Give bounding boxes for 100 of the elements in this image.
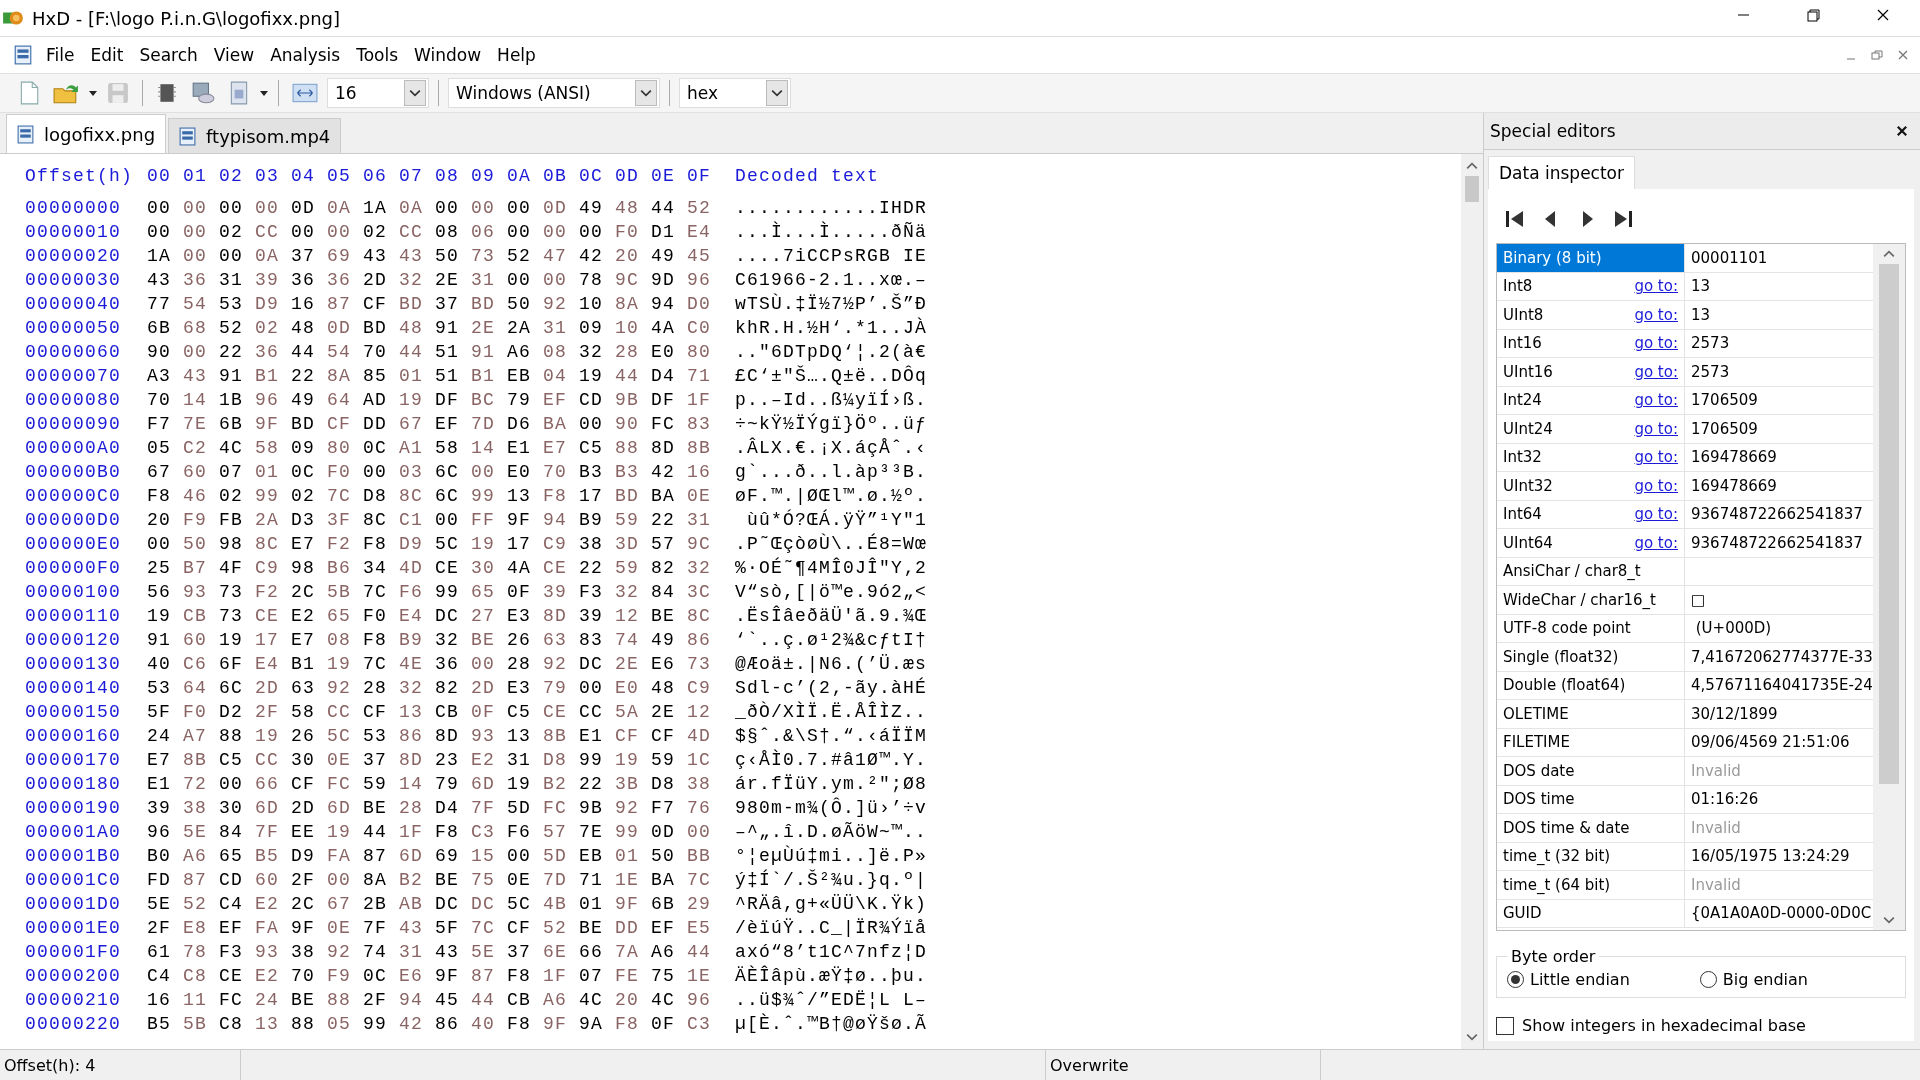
hex-byte[interactable]: 43 (435, 942, 471, 962)
hex-byte[interactable]: C8 (219, 1014, 255, 1034)
hex-byte[interactable]: 20 (615, 990, 651, 1010)
hex-byte[interactable]: FC (543, 798, 579, 818)
hex-byte[interactable]: 28 (615, 342, 651, 362)
hex-byte[interactable]: 44 (399, 342, 435, 362)
hex-byte[interactable]: 91 (147, 630, 183, 650)
hex-byte[interactable]: A6 (651, 942, 687, 962)
inspector-label-cell[interactable]: UInt24 go to: (1497, 415, 1685, 444)
hex-byte[interactable]: 1A (363, 198, 399, 218)
hex-byte[interactable]: 79 (543, 678, 579, 698)
goto-link[interactable]: go to: (1634, 334, 1678, 353)
hex-byte[interactable]: C6 (183, 654, 219, 674)
hex-byte[interactable]: 00 (327, 222, 363, 242)
hex-byte[interactable]: 63 (543, 630, 579, 650)
hex-byte[interactable]: 96 (255, 390, 291, 410)
hex-byte[interactable]: 22 (579, 558, 615, 578)
hex-byte[interactable]: 5F (435, 918, 471, 938)
hex-byte[interactable]: E1 (579, 726, 615, 746)
hex-byte[interactable]: 7E (183, 414, 219, 434)
hex-byte[interactable]: 32 (687, 558, 723, 578)
hex-byte[interactable]: B7 (183, 558, 219, 578)
hex-byte[interactable]: BD (471, 294, 507, 314)
hex-byte[interactable]: 39 (543, 582, 579, 602)
hex-byte[interactable]: 0E (687, 486, 723, 506)
hex-byte[interactable]: BE (579, 918, 615, 938)
hex-byte[interactable]: 31 (219, 270, 255, 290)
hex-byte[interactable]: 73 (219, 582, 255, 602)
hex-byte[interactable]: C8 (183, 966, 219, 986)
hex-byte[interactable]: E1 (507, 438, 543, 458)
hex-byte[interactable]: 02 (219, 222, 255, 242)
hex-byte[interactable]: 6C (219, 678, 255, 698)
hex-byte[interactable]: 7C (471, 918, 507, 938)
hex-byte[interactable]: 19 (507, 774, 543, 794)
hex-byte[interactable]: F0 (615, 222, 651, 242)
hex-byte[interactable]: F9 (183, 510, 219, 530)
hex-byte[interactable]: EF (219, 918, 255, 938)
hex-byte[interactable]: FC (651, 414, 687, 434)
hex-byte[interactable]: B3 (615, 462, 651, 482)
hex-byte[interactable]: 01 (579, 894, 615, 914)
hex-byte[interactable]: 91 (219, 366, 255, 386)
hex-byte[interactable]: FC (219, 990, 255, 1010)
hex-byte[interactable]: 5B (327, 582, 363, 602)
hex-byte[interactable]: BA (651, 486, 687, 506)
hex-byte[interactable]: F9 (327, 966, 363, 986)
hex-byte[interactable]: 06 (471, 222, 507, 242)
hex-byte[interactable]: C4 (147, 966, 183, 986)
chip-icon[interactable] (156, 82, 178, 104)
hex-byte[interactable]: 19 (615, 750, 651, 770)
inspector-label-cell[interactable]: UInt8 go to: (1497, 301, 1685, 330)
hex-byte[interactable]: 39 (255, 270, 291, 290)
hex-byte[interactable]: 74 (615, 630, 651, 650)
hex-byte[interactable]: 91 (435, 318, 471, 338)
hex-byte[interactable]: 32 (615, 582, 651, 602)
hex-byte[interactable]: B1 (291, 654, 327, 674)
hex-byte[interactable]: 43 (399, 246, 435, 266)
hex-byte[interactable]: 82 (435, 678, 471, 698)
hex-byte[interactable]: D6 (507, 414, 543, 434)
hex-byte[interactable]: 22 (291, 366, 327, 386)
menu-item[interactable]: File (38, 41, 83, 69)
hex-byte[interactable]: 36 (255, 342, 291, 362)
hex-byte[interactable]: B5 (147, 1014, 183, 1034)
hex-byte[interactable]: 2F (147, 918, 183, 938)
hex-byte[interactable]: 3C (687, 582, 723, 602)
hex-byte[interactable]: A6 (507, 342, 543, 362)
hex-byte[interactable]: 59 (615, 558, 651, 578)
hex-byte[interactable]: CC (399, 222, 435, 242)
hex-byte[interactable]: EF (543, 390, 579, 410)
hex-byte[interactable]: CE (255, 606, 291, 626)
hex-byte[interactable]: F0 (363, 606, 399, 626)
hex-byte[interactable]: 4C (651, 990, 687, 1010)
hex-byte[interactable]: 88 (615, 438, 651, 458)
hex-byte[interactable]: 8D (399, 750, 435, 770)
hex-byte[interactable]: 51 (435, 342, 471, 362)
hex-byte[interactable]: 5B (183, 1014, 219, 1034)
hex-byte[interactable]: 73 (471, 246, 507, 266)
hex-byte[interactable]: 1F (687, 390, 723, 410)
hex-byte[interactable]: E4 (399, 606, 435, 626)
hex-byte[interactable]: 20 (147, 510, 183, 530)
hex-byte[interactable]: 6B (651, 894, 687, 914)
hex-byte[interactable]: B9 (579, 510, 615, 530)
hex-byte[interactable]: 08 (435, 222, 471, 242)
hex-byte[interactable]: 19 (147, 606, 183, 626)
hex-byte[interactable]: 42 (399, 1014, 435, 1034)
hex-byte[interactable]: B3 (579, 462, 615, 482)
hex-byte[interactable]: 02 (363, 222, 399, 242)
hex-byte[interactable]: 1E (615, 870, 651, 890)
hex-byte[interactable]: 44 (615, 366, 651, 386)
hex-byte[interactable]: 30 (291, 750, 327, 770)
hex-byte[interactable]: 00 (507, 198, 543, 218)
hex-byte[interactable]: E2 (291, 606, 327, 626)
hex-byte[interactable]: 28 (363, 678, 399, 698)
hex-byte[interactable]: 28 (399, 798, 435, 818)
first-icon[interactable] (1504, 209, 1526, 229)
hex-byte[interactable]: 5D (507, 798, 543, 818)
hex-byte[interactable]: E7 (543, 438, 579, 458)
hex-byte[interactable]: F7 (147, 414, 183, 434)
hex-byte[interactable]: 00 (291, 222, 327, 242)
hex-byte[interactable]: E2 (255, 966, 291, 986)
hex-byte[interactable]: FA (255, 918, 291, 938)
